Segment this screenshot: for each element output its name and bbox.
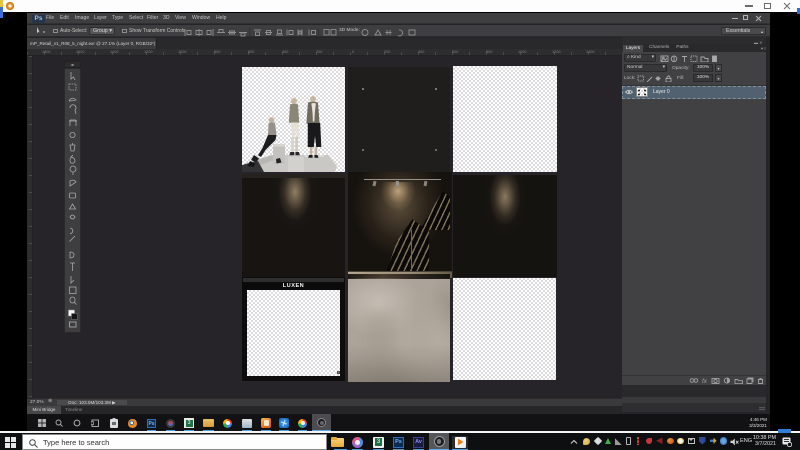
svg-text:fx: fx <box>702 378 708 384</box>
